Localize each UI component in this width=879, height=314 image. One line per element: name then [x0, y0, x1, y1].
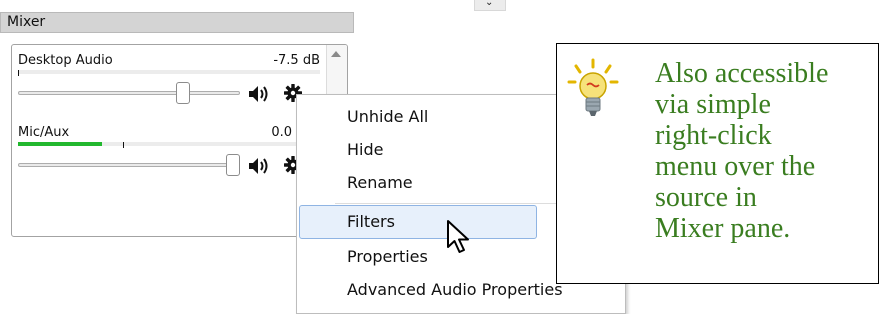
- volume-slider-handle-mic-aux[interactable]: [226, 154, 240, 176]
- menu-item-filters[interactable]: Filters: [299, 205, 537, 239]
- meter-fill-mic-aux: [18, 142, 102, 146]
- tip-line: menu over the: [655, 151, 816, 182]
- volume-slider-handle-desktop-audio[interactable]: [176, 82, 190, 104]
- tip-text: Also accessible via simple right-click m…: [655, 58, 877, 244]
- channel-name-mic-aux: Mic/Aux: [18, 125, 70, 140]
- menu-item-unhide-all[interactable]: Unhide All: [299, 100, 537, 134]
- tip-line: right-click: [655, 120, 772, 151]
- meter-peak-mic-aux: [123, 142, 124, 148]
- chevron-down-icon: ⌄: [485, 0, 494, 8]
- collapsed-dock-tab[interactable]: ⌄: [474, 0, 506, 11]
- tip-line: via simple: [655, 89, 771, 120]
- volume-slider-mic-aux[interactable]: [18, 163, 240, 167]
- volume-meter-mic-aux: [18, 142, 320, 146]
- dock-title: Mixer: [0, 12, 354, 33]
- scroll-up-arrow-icon[interactable]: [331, 51, 341, 57]
- lightbulb-icon: [567, 58, 619, 116]
- volume-slider-desktop-audio[interactable]: [18, 91, 240, 95]
- menu-item-rename[interactable]: Rename: [299, 166, 537, 200]
- speaker-icon[interactable]: [248, 85, 272, 103]
- mouse-pointer-icon: [447, 220, 469, 253]
- speaker-icon[interactable]: [248, 157, 272, 175]
- tip-line: source in: [655, 182, 757, 213]
- tip-line: Mixer pane.: [655, 213, 791, 244]
- channel-level-mic-aux: 0.0: [271, 125, 292, 140]
- channel-level-desktop-audio: -7.5 dB: [273, 53, 320, 68]
- menu-item-hide[interactable]: Hide: [299, 133, 537, 167]
- menu-item-properties[interactable]: Properties: [299, 240, 537, 274]
- meter-peak-desktop-audio: [18, 70, 19, 76]
- tip-callout: Also accessible via simple right-click m…: [556, 43, 879, 284]
- channel-name-desktop-audio: Desktop Audio: [18, 53, 113, 68]
- tip-line: Also accessible: [655, 58, 829, 89]
- volume-meter-desktop-audio: [18, 70, 320, 74]
